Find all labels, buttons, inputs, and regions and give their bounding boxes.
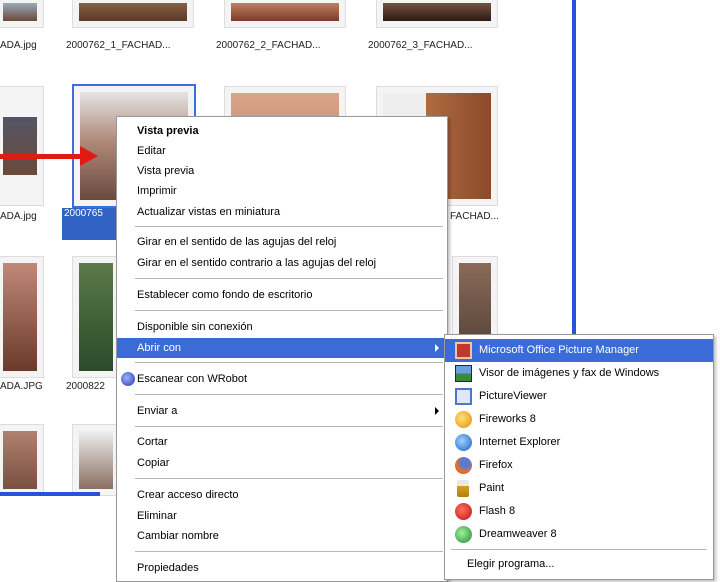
menu-item-girar-reloj[interactable]: Girar en el sentido de las agujas del re… — [117, 232, 447, 252]
thumbnail-image — [3, 117, 37, 175]
menu-item-propiedades[interactable]: Propiedades — [117, 558, 447, 578]
submenu-item-label: PictureViewer — [479, 390, 547, 402]
submenu-item-paint[interactable]: Paint — [445, 477, 713, 500]
submenu-item-label: Paint — [479, 482, 505, 494]
windows-fax-viewer-icon — [455, 365, 472, 382]
menu-item-enviar-a[interactable]: Enviar a — [117, 401, 447, 421]
thumbnail-caption[interactable]: 2000762_1_FACHAD... — [66, 40, 206, 51]
thumbnail-image — [3, 3, 37, 21]
menu-separator — [135, 226, 443, 227]
menu-separator — [135, 478, 443, 479]
fireworks-icon — [455, 411, 472, 428]
menu-item-actualizar[interactable]: Actualizar vistas en miniatura — [117, 202, 447, 222]
dreamweaver-icon — [455, 526, 472, 543]
open-with-submenu: Microsoft Office Picture Manager Visor d… — [444, 334, 714, 580]
submenu-item-label: Flash 8 — [479, 505, 516, 517]
submenu-item-label: Visor de imágenes y fax de Windows — [479, 367, 660, 379]
menu-item-vista-previa[interactable]: Vista previa — [117, 161, 447, 181]
thumbnail-image — [231, 3, 339, 21]
menu-item-imprimir[interactable]: Imprimir — [117, 181, 447, 201]
paint-icon — [457, 480, 469, 497]
thumbnail-2[interactable] — [72, 0, 194, 28]
menu-item-escanear[interactable]: Escanear con WRobot — [117, 369, 447, 389]
thumbnail-image — [79, 3, 187, 21]
menu-item-cortar[interactable]: Cortar — [117, 432, 447, 452]
menu-item-label: Enviar a — [137, 405, 178, 417]
submenu-item-windows-fax-viewer[interactable]: Visor de imágenes y fax de Windows — [445, 362, 713, 385]
annotation-arrow — [0, 154, 82, 159]
menu-item-crear-acceso[interactable]: Crear acceso directo — [117, 485, 447, 505]
submenu-item-fireworks[interactable]: Fireworks 8 — [445, 408, 713, 431]
thumbnail-caption-selected[interactable]: 2000765 — [62, 208, 120, 240]
thumbnail-5[interactable] — [0, 86, 44, 206]
menu-item-label: Abrir con — [137, 342, 182, 354]
menu-separator — [135, 394, 443, 395]
thumbnail-10[interactable] — [72, 256, 120, 378]
menu-separator — [135, 426, 443, 427]
thumbnail-caption[interactable]: ADA.jpg — [0, 40, 60, 51]
thumbnail-caption[interactable]: ADA.JPG — [0, 381, 60, 392]
firefox-icon — [455, 457, 472, 474]
submenu-arrow-icon — [435, 407, 439, 415]
submenu-item-picture-manager[interactable]: Microsoft Office Picture Manager — [445, 339, 713, 362]
thumbnail-3[interactable] — [224, 0, 346, 28]
context-menu: Vista previa Editar Vista previa Imprimi… — [116, 116, 448, 582]
submenu-item-internet-explorer[interactable]: Internet Explorer — [445, 431, 713, 454]
thumbnail-9[interactable] — [0, 256, 44, 378]
submenu-item-pictureviewer[interactable]: PictureViewer — [445, 385, 713, 408]
menu-item-cambiar-nombre[interactable]: Cambiar nombre — [117, 526, 447, 546]
menu-item-eliminar[interactable]: Eliminar — [117, 506, 447, 526]
thumbnail-image — [383, 3, 491, 21]
submenu-item-firefox[interactable]: Firefox — [445, 454, 713, 477]
pane-border — [0, 492, 100, 496]
menu-separator — [135, 362, 443, 363]
submenu-item-flash[interactable]: Flash 8 — [445, 500, 713, 523]
submenu-item-dreamweaver[interactable]: Dreamweaver 8 — [445, 523, 713, 546]
menu-separator — [135, 551, 443, 552]
thumbnail-caption[interactable]: FACHAD... — [450, 211, 510, 222]
thumbnail-image — [3, 431, 37, 489]
menu-item-sin-conexion[interactable]: Disponible sin conexión — [117, 317, 447, 337]
flash-icon — [455, 503, 472, 520]
thumbnail-4[interactable] — [376, 0, 498, 28]
thumbnail-image — [79, 263, 113, 371]
thumbnail-image — [3, 263, 37, 371]
internet-explorer-icon — [455, 434, 472, 451]
submenu-item-label: Dreamweaver 8 — [479, 528, 557, 540]
submenu-item-label: Firefox — [479, 459, 513, 471]
submenu-item-label: Microsoft Office Picture Manager — [479, 344, 639, 356]
thumbnail-caption[interactable]: 2000762_3_FACHAD... — [368, 40, 508, 51]
picture-manager-icon — [455, 342, 472, 359]
submenu-item-label: Fireworks 8 — [479, 413, 536, 425]
thumbnail-13[interactable] — [72, 424, 120, 496]
thumbnail-caption[interactable]: 2000822 — [66, 381, 116, 392]
submenu-arrow-icon — [435, 344, 439, 352]
thumbnail-caption[interactable]: ADA.jpg — [0, 211, 60, 222]
menu-item-copiar[interactable]: Copiar — [117, 453, 447, 473]
thumbnail-12[interactable] — [0, 424, 44, 496]
menu-item-fondo-escritorio[interactable]: Establecer como fondo de escritorio — [117, 285, 447, 305]
menu-separator — [451, 549, 707, 550]
submenu-item-elegir-programa[interactable]: Elegir programa... — [445, 553, 713, 576]
menu-separator — [135, 278, 443, 279]
menu-separator — [135, 310, 443, 311]
menu-item-vista-previa-default[interactable]: Vista previa — [117, 121, 447, 141]
thumbnail-caption[interactable]: 2000762_2_FACHAD... — [216, 40, 356, 51]
thumbnail-1[interactable] — [0, 0, 44, 28]
wrobot-icon — [121, 372, 135, 386]
menu-item-editar[interactable]: Editar — [117, 141, 447, 161]
menu-item-abrir-con[interactable]: Abrir con — [117, 338, 447, 358]
menu-item-label: Escanear con WRobot — [137, 373, 248, 385]
pictureviewer-icon — [455, 388, 472, 405]
annotation-arrow-head — [80, 146, 98, 166]
menu-item-girar-contrario[interactable]: Girar en el sentido contrario a las aguj… — [117, 253, 447, 273]
thumbnail-image — [79, 431, 113, 489]
submenu-item-label: Internet Explorer — [479, 436, 561, 448]
